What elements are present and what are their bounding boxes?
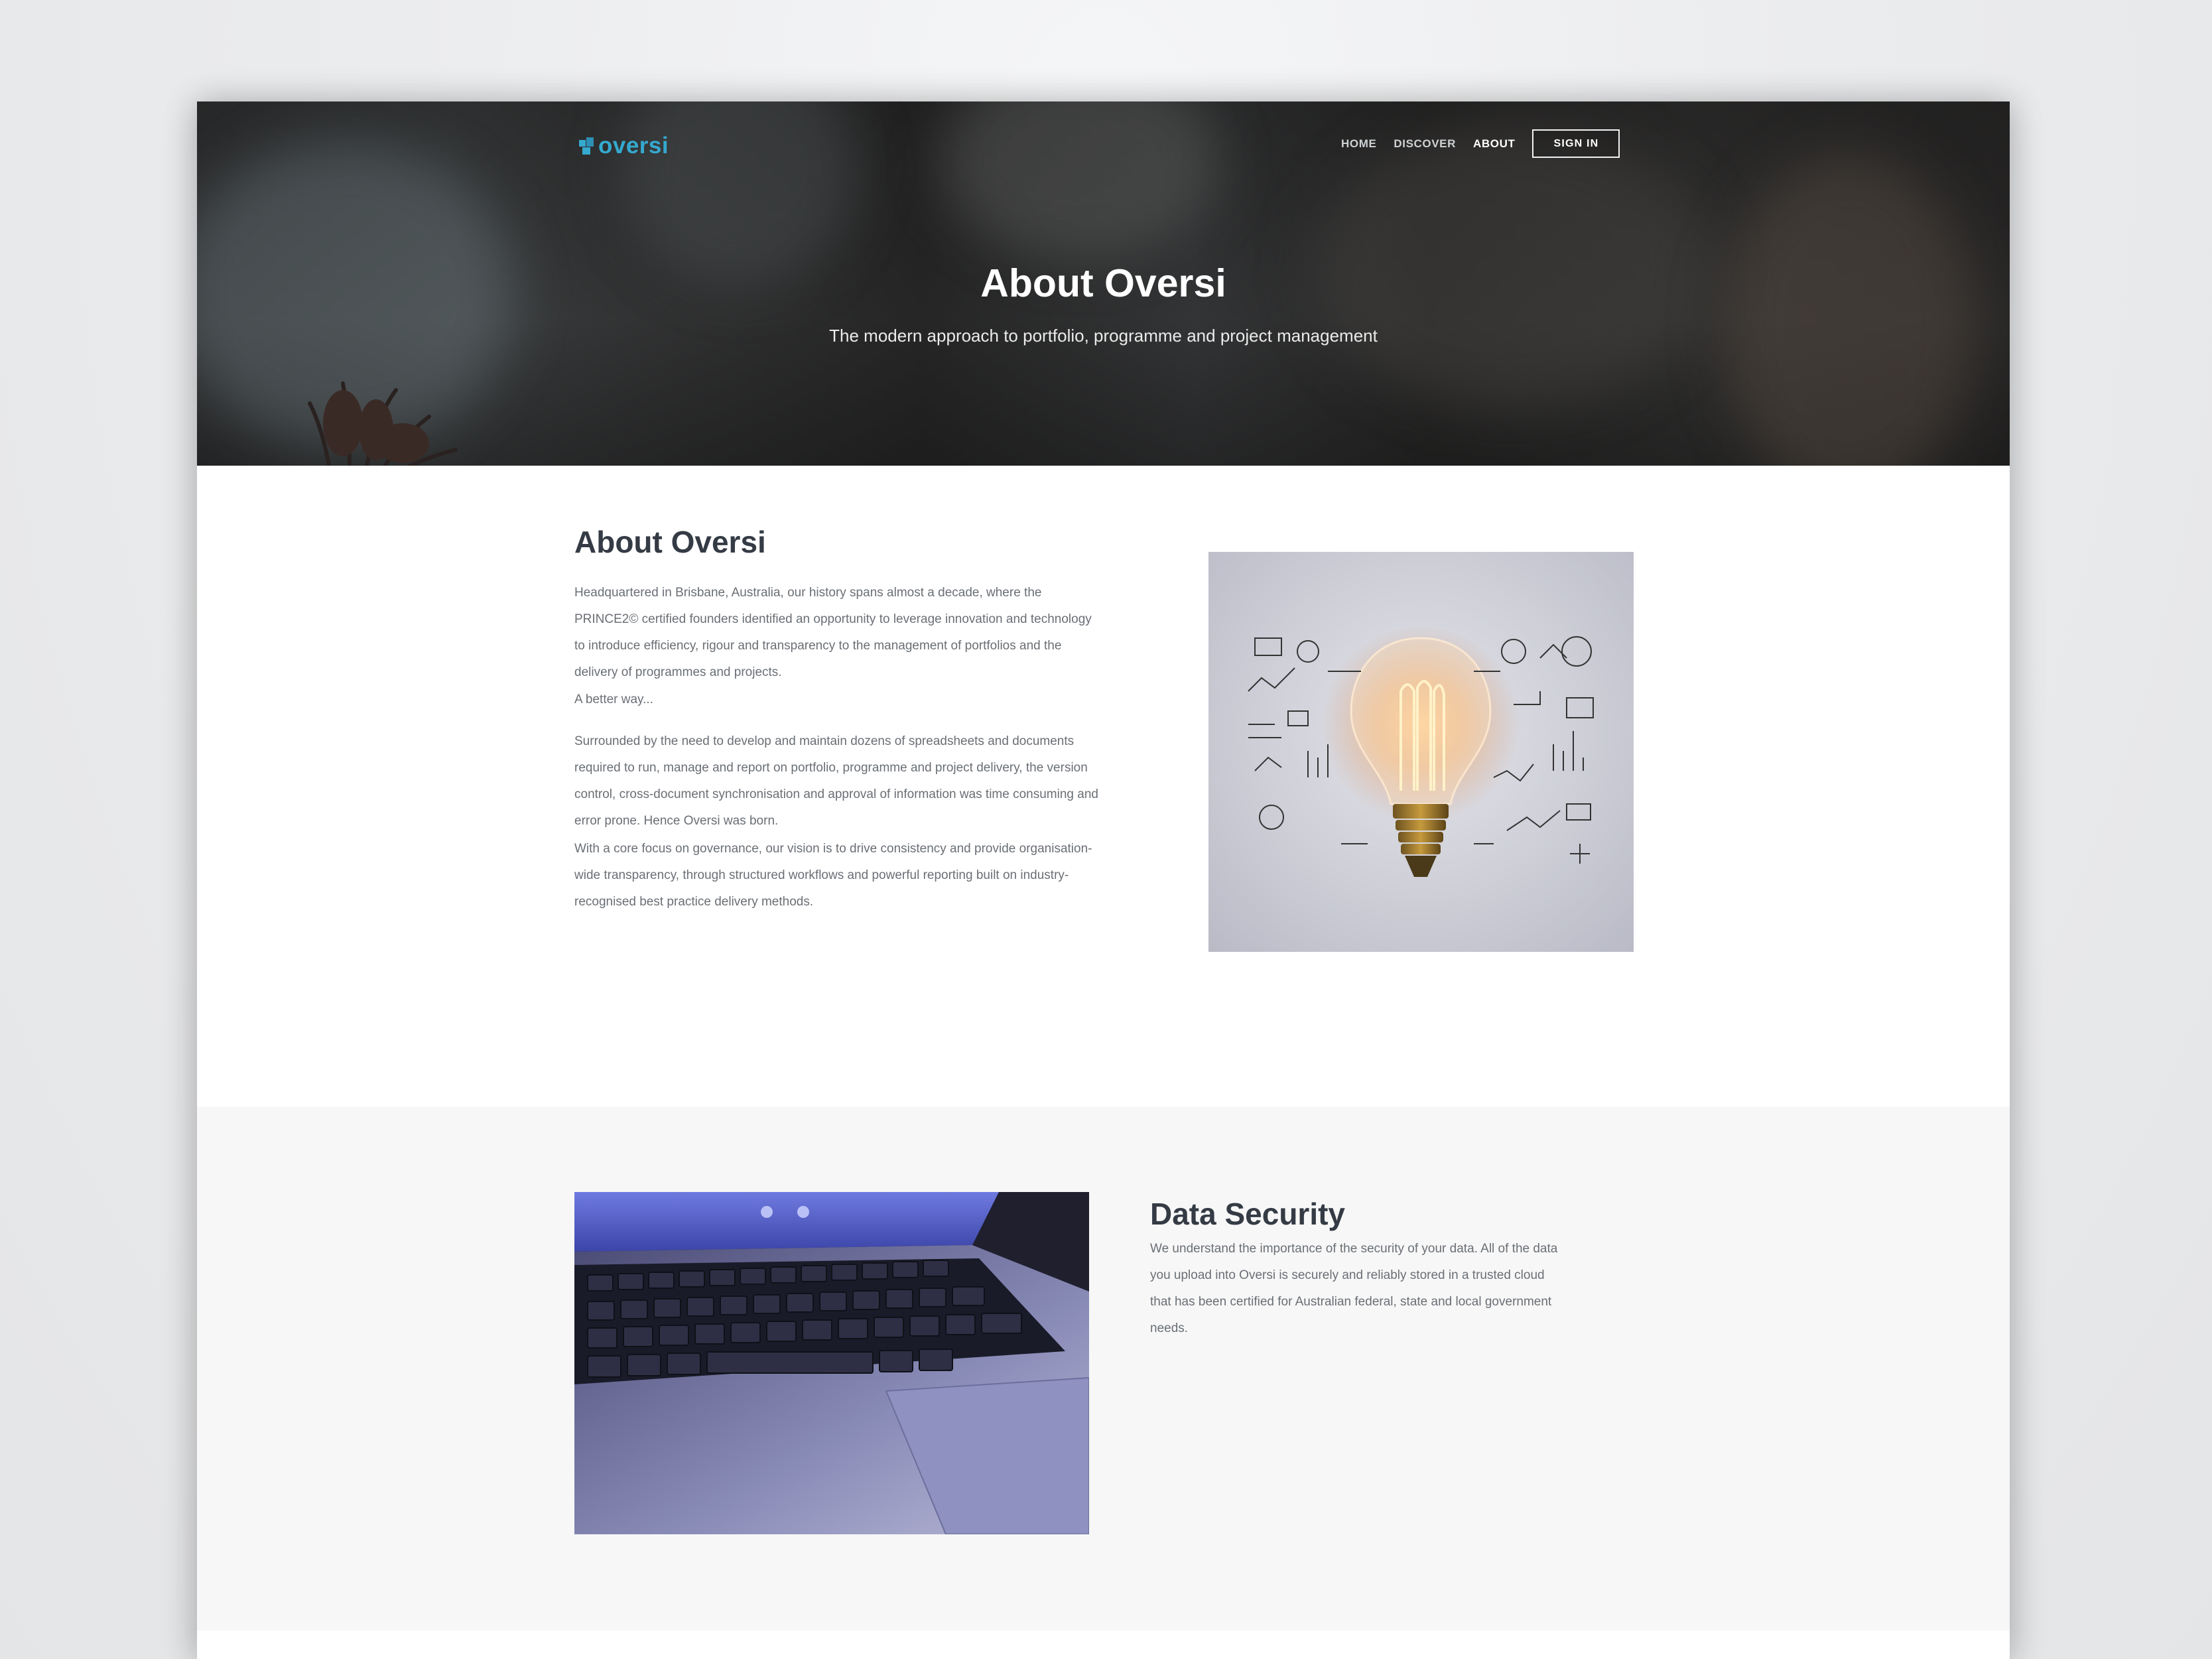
about-paragraph-history: Headquartered in Brisbane, Australia, ou… bbox=[574, 586, 1092, 679]
logo-mark-icon bbox=[579, 137, 594, 155]
brand-name: oversi bbox=[598, 133, 669, 159]
brand-logo[interactable]: oversi bbox=[579, 133, 669, 159]
security-heading: Data Security bbox=[1150, 1197, 1346, 1231]
data-security-section: Data Security We understand the importan… bbox=[197, 1106, 2010, 1630]
lightbulb-image bbox=[1208, 552, 1634, 952]
hero-background-blur bbox=[621, 101, 860, 287]
about-paragraph-vision: With a core focus on governance, our vis… bbox=[574, 842, 1092, 909]
about-paragraph-tagline: A better way... bbox=[574, 693, 653, 706]
hero-banner: oversi HOME DISCOVER ABOUT SIGN IN About… bbox=[197, 101, 2010, 466]
nav-discover-link[interactable]: DISCOVER bbox=[1394, 137, 1456, 151]
nav-about-link[interactable]: ABOUT bbox=[1473, 137, 1515, 151]
nav-home-link[interactable]: HOME bbox=[1341, 137, 1376, 151]
footer-strip bbox=[197, 1630, 2010, 1659]
sign-in-button[interactable]: SIGN IN bbox=[1532, 129, 1620, 158]
top-navigation: HOME DISCOVER ABOUT SIGN IN bbox=[1341, 129, 1620, 158]
hero-subtitle: The modern approach to portfolio, progra… bbox=[829, 326, 1378, 346]
about-paragraph-origin: Surrounded by the need to develop and ma… bbox=[574, 734, 1098, 828]
laptop-image bbox=[574, 1192, 1089, 1534]
about-heading: About Oversi bbox=[574, 525, 766, 559]
website-page: oversi HOME DISCOVER ABOUT SIGN IN About… bbox=[197, 101, 2010, 1659]
hero-title: About Oversi bbox=[980, 261, 1226, 305]
hero-background-blur bbox=[1723, 155, 1975, 466]
plant-silhouette bbox=[308, 381, 458, 466]
lightbulb-illustration bbox=[1248, 625, 1594, 877]
security-paragraph: We understand the importance of the secu… bbox=[1150, 1242, 1558, 1335]
about-section: About Oversi Headquartered in Brisbane, … bbox=[197, 466, 2010, 1106]
hero-background-blur bbox=[940, 101, 1218, 261]
laptop-illustration bbox=[574, 1192, 1089, 1534]
